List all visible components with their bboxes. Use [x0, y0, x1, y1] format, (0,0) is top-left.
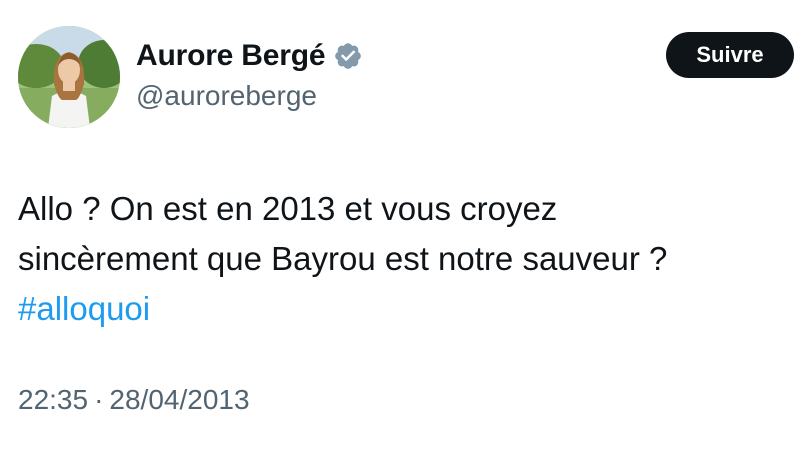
tweet-text: Allo ? On est en 2013 et vous croyez sin…	[18, 184, 798, 334]
tweet-timestamp[interactable]: 22:35 · 28/04/2013	[18, 384, 250, 416]
meta-separator: ·	[94, 384, 104, 415]
avatar[interactable]	[18, 26, 120, 128]
verified-badge-icon[interactable]	[333, 41, 363, 71]
tweet-card: Aurore Bergé @auroreberge Suivre Allo ? …	[0, 0, 810, 452]
avatar-photo	[18, 26, 120, 128]
hashtag-link[interactable]: #alloquoi	[18, 290, 150, 327]
tweet-text-line: Allo ? On est en 2013 et vous croyez	[18, 190, 558, 227]
author-handle[interactable]: @auroreberge	[136, 80, 317, 112]
author-name-row: Aurore Bergé	[136, 36, 363, 76]
tweet-date: 28/04/2013	[109, 384, 250, 415]
tweet-text-line: sincèrement que Bayrou est notre sauveur…	[18, 240, 668, 277]
tweet-time: 22:35	[18, 384, 89, 415]
follow-button[interactable]: Suivre	[666, 32, 794, 78]
author-display-name[interactable]: Aurore Bergé	[136, 39, 326, 73]
